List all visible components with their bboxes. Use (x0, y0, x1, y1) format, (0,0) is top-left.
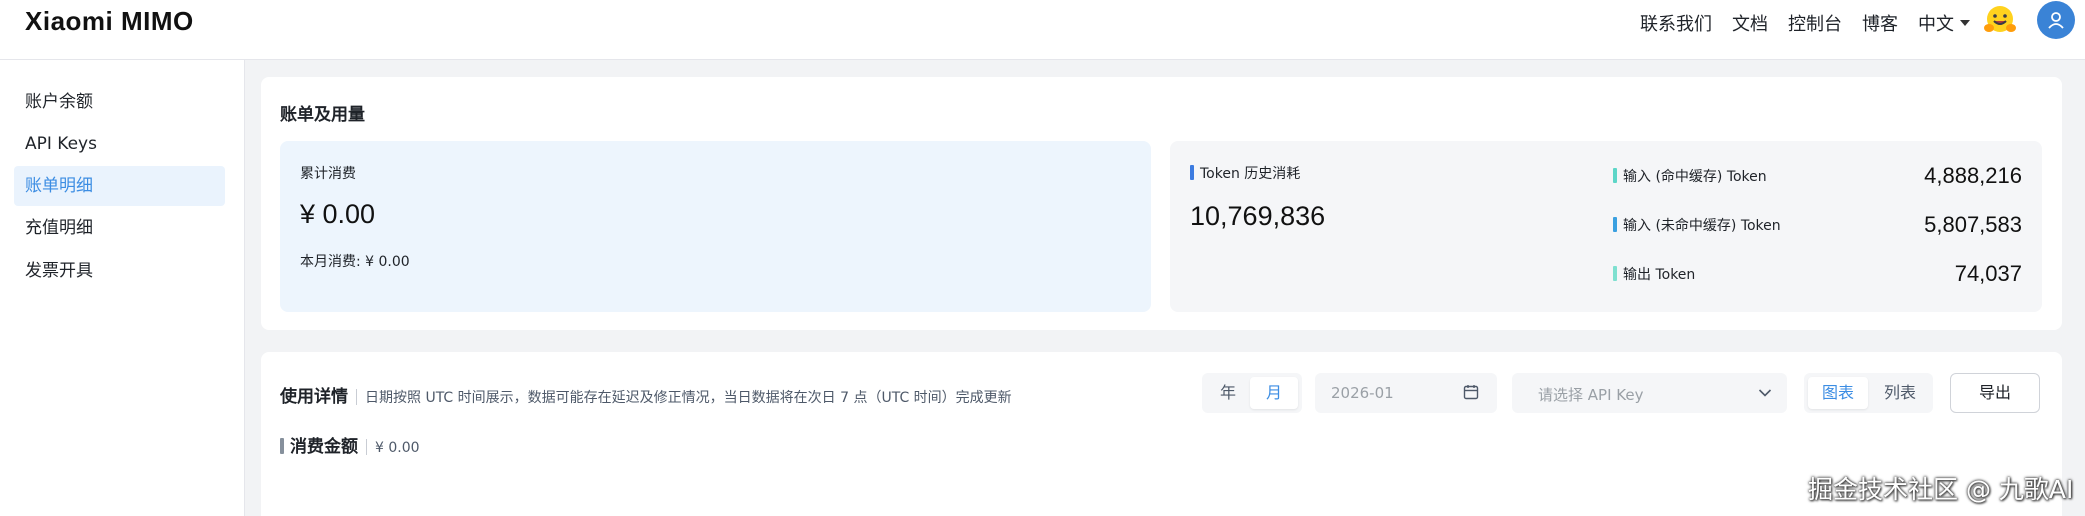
nav-console[interactable]: 控制台 (1788, 10, 1842, 36)
spend-amount-row: 消费金额 ¥ 0.00 (280, 432, 420, 457)
breakdown-label: 输入 (未命中缓存) Token (1623, 218, 1781, 234)
divider (356, 389, 357, 405)
period-year-button[interactable]: 年 (1206, 377, 1250, 409)
billing-title: 账单及用量 (280, 105, 365, 125)
total-spend-label: 累计消费 (300, 166, 356, 182)
view-toggle: 图表 列表 (1804, 373, 1933, 413)
top-header: Xiaomi MIMO 联系我们 文档 控制台 博客 中文 (0, 0, 2085, 60)
breakdown-label: 输入 (命中缓存) Token (1623, 169, 1767, 185)
breakdown-row-cached: 输入 (命中缓存) Token (1613, 166, 1767, 186)
divider (366, 439, 367, 455)
series-marker (1190, 165, 1194, 180)
sidebar: 账户余额 API Keys 账单明细 充值明细 发票开具 (0, 60, 245, 516)
token-history-value: 10,769,836 (1190, 201, 1326, 231)
spend-amount-label: 消费金额 (290, 437, 358, 457)
view-list-button[interactable]: 列表 (1870, 377, 1930, 409)
token-history-label: Token 历史消耗 (1200, 166, 1301, 182)
total-spend-panel: 累计消费 ¥ 0.00 本月消费: ¥ 0.00 (280, 141, 1151, 312)
breakdown-row-uncached: 输入 (未命中缓存) Token (1613, 215, 1781, 235)
sidebar-item-invoice[interactable]: 发票开具 (14, 251, 225, 291)
breakdown-value: 4,888,216 (1924, 163, 2022, 188)
breakdown-value: 5,807,583 (1924, 212, 2022, 237)
user-icon (2048, 12, 2064, 29)
token-history-label-row: Token 历史消耗 (1190, 163, 1300, 183)
usage-title: 使用详情 (280, 387, 348, 407)
breakdown-label: 输出 Token (1623, 267, 1696, 283)
nav-docs[interactable]: 文档 (1732, 10, 1768, 36)
series-marker (1613, 217, 1617, 232)
chevron-down-icon (1960, 20, 1970, 26)
spend-amount-value: ¥ 0.00 (375, 440, 420, 456)
chevron-down-icon (1758, 389, 1772, 397)
nav-contact[interactable]: 联系我们 (1640, 10, 1712, 36)
top-nav: 联系我们 文档 控制台 博客 中文 (1640, 10, 1970, 36)
date-picker[interactable]: 2026-01 (1315, 373, 1497, 413)
sidebar-item-recharge[interactable]: 充值明细 (14, 208, 225, 248)
api-key-placeholder: 请选择 API Key (1538, 386, 1644, 404)
month-spend: 本月消费: ¥ 0.00 (300, 254, 410, 270)
period-toggle: 年 月 (1202, 373, 1302, 413)
export-button[interactable]: 导出 (1950, 373, 2040, 413)
series-marker (1613, 266, 1617, 281)
series-marker (280, 438, 284, 454)
language-label: 中文 (1918, 14, 1954, 35)
total-spend-value: ¥ 0.00 (300, 199, 376, 229)
usage-header: 使用详情 日期按照 UTC 时间展示，数据可能存在延迟及修正情况，当日数据将在次日… (280, 382, 1012, 407)
sidebar-item-balance[interactable]: 账户余额 (14, 82, 225, 122)
period-month-button[interactable]: 月 (1250, 377, 1298, 409)
nav-blog[interactable]: 博客 (1862, 10, 1898, 36)
language-selector[interactable]: 中文 (1918, 10, 1970, 36)
usage-card (261, 352, 2062, 516)
logo[interactable]: Xiaomi MIMO (25, 6, 194, 37)
series-marker (1613, 168, 1617, 183)
sidebar-item-api-keys[interactable]: API Keys (14, 124, 225, 164)
token-usage-panel: Token 历史消耗 10,769,836 输入 (命中缓存) Token 4,… (1170, 141, 2042, 312)
view-chart-button[interactable]: 图表 (1808, 377, 1868, 409)
scrollbar-track[interactable] (2073, 60, 2085, 516)
calendar-icon (1463, 385, 1479, 400)
breakdown-value: 74,037 (1954, 261, 2022, 286)
api-key-select[interactable]: 请选择 API Key (1512, 373, 1787, 413)
date-value: 2026-01 (1331, 384, 1394, 402)
usage-note: 日期按照 UTC 时间展示，数据可能存在延迟及修正情况，当日数据将在次日 7 点… (365, 390, 1012, 406)
sidebar-item-billing[interactable]: 账单明细 (14, 166, 225, 206)
breakdown-row-output: 输出 Token (1613, 264, 1695, 284)
watermark: 掘金技术社区 @ 九歌AI (1808, 475, 2074, 504)
user-avatar-icon[interactable] (2037, 1, 2075, 39)
hugging-face-icon[interactable] (1982, 2, 2018, 38)
